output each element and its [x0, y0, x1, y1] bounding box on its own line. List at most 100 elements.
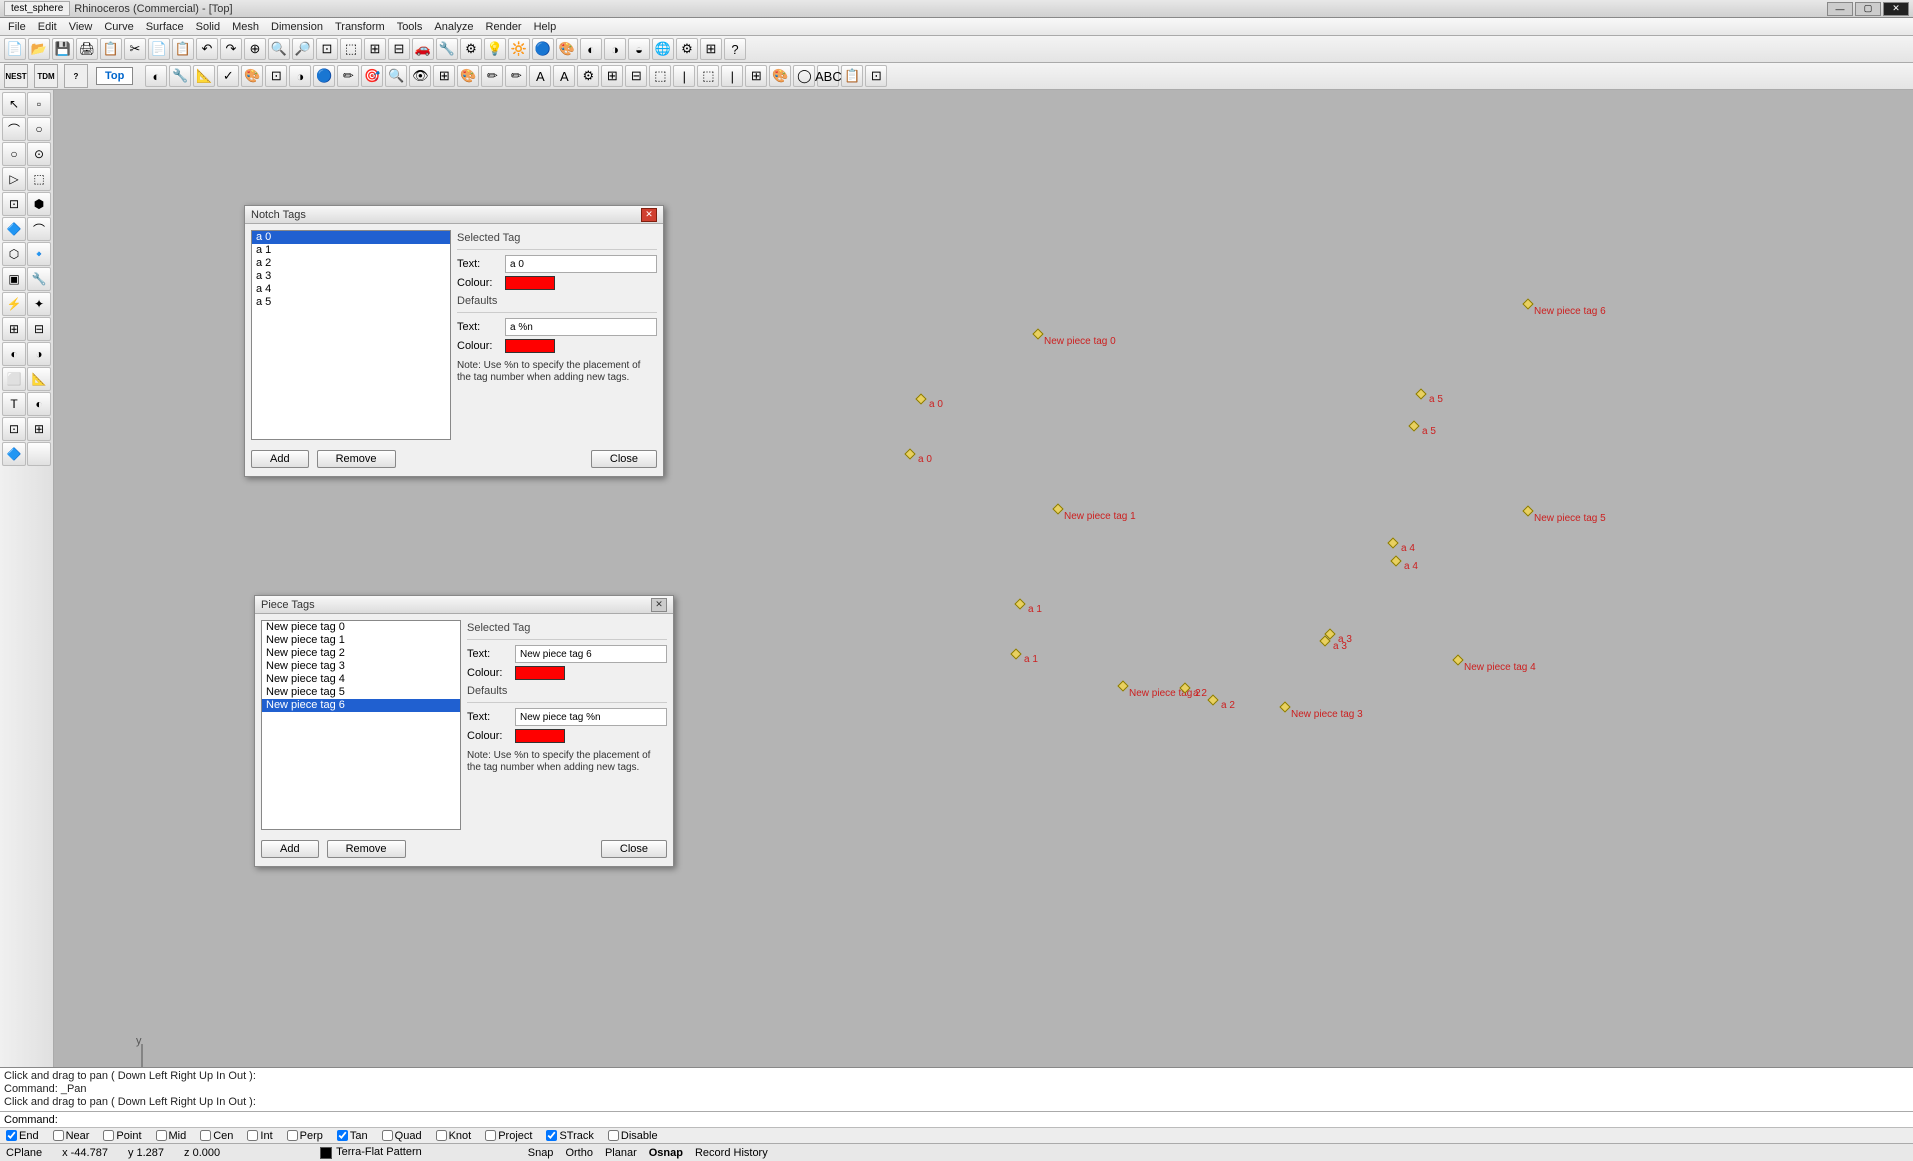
side-tool-12-1[interactable]: ◐: [27, 392, 51, 416]
toolbar2-left-1[interactable]: TDM: [34, 64, 58, 88]
side-tool-1-1[interactable]: ○: [27, 117, 51, 141]
toolbar2-btn-8[interactable]: ✏: [337, 65, 359, 87]
piece-default-text-input[interactable]: [515, 708, 667, 726]
toolbar2-btn-20[interactable]: ⊟: [625, 65, 647, 87]
piece-default-colour-swatch[interactable]: [515, 729, 565, 743]
piece-remove-button[interactable]: Remove: [327, 840, 406, 858]
notch-colour-swatch[interactable]: [505, 276, 555, 290]
toolbar1-btn-28[interactable]: ⚙: [676, 38, 698, 60]
osnap-cen[interactable]: Cen: [200, 1130, 233, 1142]
side-tool-5-1[interactable]: ⌒: [27, 217, 51, 241]
side-tool-12-0[interactable]: T: [2, 392, 26, 416]
notch-tags-list[interactable]: a 0a 1a 2a 3a 4a 5: [251, 230, 451, 440]
toolbar1-btn-8[interactable]: ↶: [196, 38, 218, 60]
piece-tag-mark[interactable]: [1522, 505, 1533, 516]
toolbar1-btn-11[interactable]: 🔍: [268, 38, 290, 60]
toolbar1-btn-14[interactable]: ⬚: [340, 38, 362, 60]
maximize-button[interactable]: ▢: [1855, 2, 1881, 16]
side-tool-6-1[interactable]: 🔹: [27, 242, 51, 266]
notch-dialog-titlebar[interactable]: Notch Tags ✕: [245, 206, 663, 224]
side-tool-11-0[interactable]: ⬜: [2, 367, 26, 391]
status-toggle-record-history[interactable]: Record History: [689, 1147, 774, 1159]
toolbar2-btn-22[interactable]: |: [673, 65, 695, 87]
toolbar1-btn-22[interactable]: 🔵: [532, 38, 554, 60]
osnap-perp[interactable]: Perp: [287, 1130, 323, 1142]
menu-mesh[interactable]: Mesh: [226, 21, 265, 33]
piece-text-input[interactable]: [515, 645, 667, 663]
notch-mark[interactable]: [915, 393, 926, 404]
menu-view[interactable]: View: [63, 21, 99, 33]
menu-curve[interactable]: Curve: [98, 21, 139, 33]
toolbar1-btn-26[interactable]: ◒: [628, 38, 650, 60]
side-tool-8-0[interactable]: ⚡: [2, 292, 26, 316]
toolbar2-btn-15[interactable]: ✏: [505, 65, 527, 87]
toolbar1-btn-24[interactable]: ◐: [580, 38, 602, 60]
side-tool-13-0[interactable]: ⊡: [2, 417, 26, 441]
notch-mark[interactable]: [1408, 420, 1419, 431]
side-tool-10-0[interactable]: ◐: [2, 342, 26, 366]
piece-list-item[interactable]: New piece tag 6: [262, 699, 460, 712]
side-tool-10-1[interactable]: ◑: [27, 342, 51, 366]
toolbar2-btn-7[interactable]: 🔵: [313, 65, 335, 87]
layer-swatch-icon[interactable]: [320, 1147, 332, 1159]
toolbar2-btn-16[interactable]: A: [529, 65, 551, 87]
toolbar1-btn-1[interactable]: 📂: [28, 38, 50, 60]
piece-tag-mark[interactable]: [1117, 680, 1128, 691]
toolbar1-btn-21[interactable]: 🔆: [508, 38, 530, 60]
notch-remove-button[interactable]: Remove: [317, 450, 396, 468]
toolbar1-btn-6[interactable]: 📄: [148, 38, 170, 60]
notch-list-item[interactable]: a 2: [252, 257, 450, 270]
menu-transform[interactable]: Transform: [329, 21, 391, 33]
piece-add-button[interactable]: Add: [261, 840, 319, 858]
toolbar2-btn-27[interactable]: ◯: [793, 65, 815, 87]
toolbar2-btn-12[interactable]: ⊞: [433, 65, 455, 87]
osnap-end[interactable]: End: [6, 1130, 39, 1142]
toolbar2-btn-18[interactable]: ⚙: [577, 65, 599, 87]
toolbar2-btn-3[interactable]: ✓: [217, 65, 239, 87]
toolbar1-btn-23[interactable]: 🎨: [556, 38, 578, 60]
side-tool-7-0[interactable]: ▣: [2, 267, 26, 291]
notch-mark[interactable]: [904, 448, 915, 459]
toolbar1-btn-9[interactable]: ↷: [220, 38, 242, 60]
piece-list-item[interactable]: New piece tag 2: [262, 647, 460, 660]
side-tool-4-1[interactable]: ⬢: [27, 192, 51, 216]
status-toggle-ortho[interactable]: Ortho: [559, 1147, 599, 1159]
side-tool-0-0[interactable]: ↖: [2, 92, 26, 116]
side-tool-1-0[interactable]: ⌒: [2, 117, 26, 141]
toolbar1-btn-12[interactable]: 🔎: [292, 38, 314, 60]
notch-list-item[interactable]: a 3: [252, 270, 450, 283]
osnap-quad[interactable]: Quad: [382, 1130, 422, 1142]
osnap-mid[interactable]: Mid: [156, 1130, 187, 1142]
side-tool-4-0[interactable]: ⊡: [2, 192, 26, 216]
toolbar1-btn-10[interactable]: ⊕: [244, 38, 266, 60]
piece-tag-mark[interactable]: [1032, 328, 1043, 339]
toolbar1-btn-15[interactable]: ⊞: [364, 38, 386, 60]
notch-mark[interactable]: [1207, 694, 1218, 705]
side-tool-3-1[interactable]: ⬚: [27, 167, 51, 191]
piece-dialog-titlebar[interactable]: Piece Tags ✕: [255, 596, 673, 614]
menu-help[interactable]: Help: [528, 21, 563, 33]
command-prompt[interactable]: Command:: [0, 1111, 1913, 1127]
toolbar2-btn-10[interactable]: 🔍: [385, 65, 407, 87]
menu-edit[interactable]: Edit: [32, 21, 63, 33]
menu-tools[interactable]: Tools: [391, 21, 429, 33]
toolbar2-btn-11[interactable]: 👁: [409, 65, 431, 87]
toolbar2-btn-6[interactable]: ◑: [289, 65, 311, 87]
piece-tag-mark[interactable]: [1452, 654, 1463, 665]
notch-text-input[interactable]: [505, 255, 657, 273]
notch-mark[interactable]: [1014, 598, 1025, 609]
osnap-strack[interactable]: STrack: [546, 1130, 593, 1142]
piece-list-item[interactable]: New piece tag 5: [262, 686, 460, 699]
side-tool-2-1[interactable]: ⊙: [27, 142, 51, 166]
piece-tags-list[interactable]: New piece tag 0New piece tag 1New piece …: [261, 620, 461, 830]
toolbar2-btn-5[interactable]: ⊡: [265, 65, 287, 87]
status-toggle-planar[interactable]: Planar: [599, 1147, 643, 1159]
side-tool-8-1[interactable]: ✦: [27, 292, 51, 316]
osnap-project[interactable]: Project: [485, 1130, 532, 1142]
piece-colour-swatch[interactable]: [515, 666, 565, 680]
menu-analyze[interactable]: Analyze: [428, 21, 479, 33]
side-tool-13-1[interactable]: ⊞: [27, 417, 51, 441]
toolbar2-btn-28[interactable]: ABC: [817, 65, 839, 87]
side-tool-3-0[interactable]: ▷: [2, 167, 26, 191]
toolbar1-btn-20[interactable]: 💡: [484, 38, 506, 60]
